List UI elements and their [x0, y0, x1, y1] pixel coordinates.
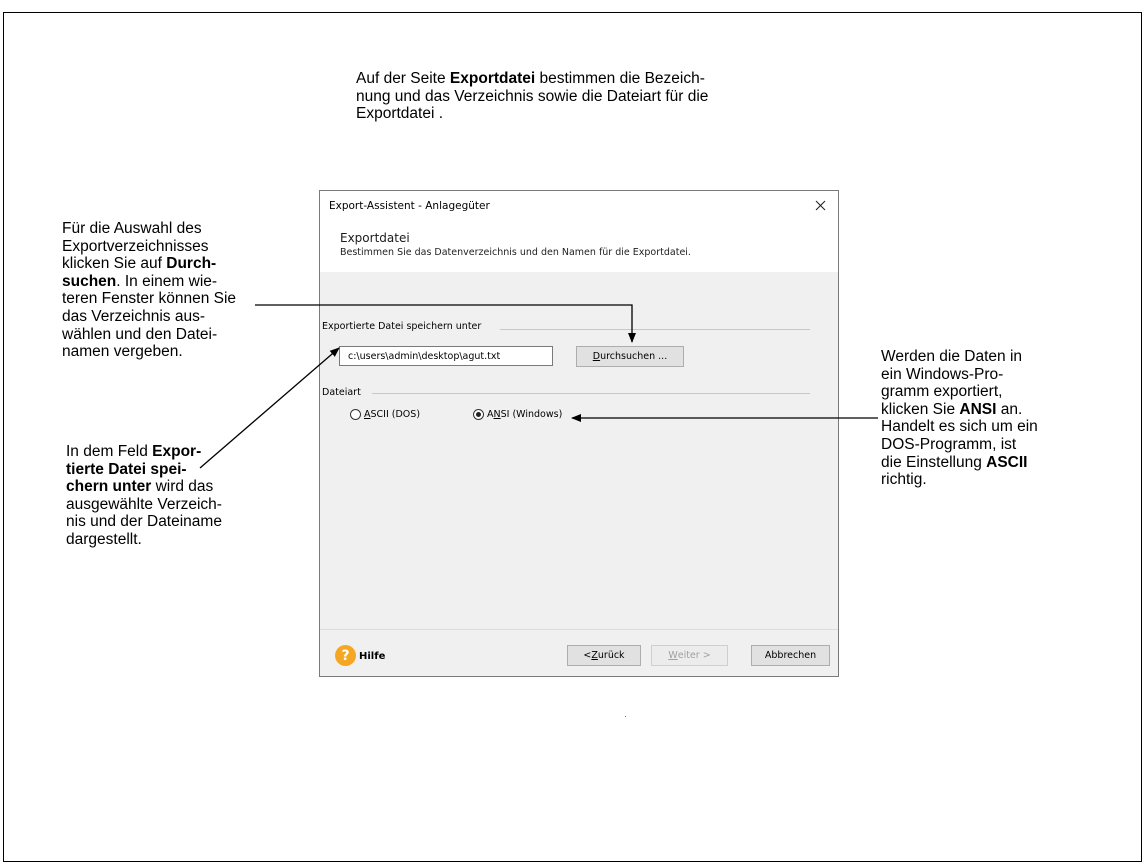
cancel-button[interactable]: Abbrechen	[751, 645, 830, 666]
annotation-top: Auf der Seite Exportdatei bestimmen die …	[356, 70, 709, 123]
filetype-group-label: Dateiart	[322, 387, 361, 398]
close-icon	[815, 200, 826, 211]
dialog-title: Export-Assistent - Anlagegüter	[329, 200, 490, 212]
next-button[interactable]: Weiter >	[651, 645, 728, 666]
footer-divider	[320, 629, 838, 630]
back-button[interactable]: < Zurück	[567, 645, 641, 666]
wizard-page-title: Exportdatei	[340, 231, 410, 245]
stray-dot	[625, 716, 626, 717]
wizard-header: Exportdatei Bestimmen Sie das Datenverze…	[320, 220, 838, 272]
annotation-left-upper: Für die Auswahl des Exportverzeichnisses…	[62, 220, 237, 361]
browse-button[interactable]: Durchsuchen ...	[576, 346, 684, 367]
filetype-group-divider	[372, 393, 810, 394]
help-label[interactable]: Hilfe	[359, 651, 385, 662]
close-button[interactable]	[804, 191, 838, 220]
radio-ansi[interactable]: ANSI (Windows)	[473, 409, 562, 420]
radio-ansi-label: ANSI (Windows)	[487, 409, 563, 420]
help-icon[interactable]: ?	[335, 645, 356, 666]
export-wizard-dialog: Export-Assistent - Anlagegüter Exportdat…	[319, 190, 839, 677]
radio-ansi-circle	[473, 409, 484, 420]
radio-ascii[interactable]: ASCII (DOS)	[350, 409, 420, 420]
save-group-label: Exportierte Datei speichern unter	[322, 321, 482, 332]
radio-ascii-circle	[350, 409, 361, 420]
annotation-left-lower: In dem Feld Expor- tierte Datei spei- ch…	[66, 443, 222, 548]
dialog-titlebar: Export-Assistent - Anlagegüter	[320, 191, 838, 220]
annotation-right: Werden die Daten in ein Windows-Pro- gra…	[881, 348, 1038, 489]
radio-ascii-label: ASCII (DOS)	[364, 409, 421, 420]
export-path-input[interactable]	[339, 346, 553, 366]
wizard-page-subtitle: Bestimmen Sie das Datenverzeichnis und d…	[340, 247, 691, 258]
save-group-divider	[500, 329, 810, 330]
